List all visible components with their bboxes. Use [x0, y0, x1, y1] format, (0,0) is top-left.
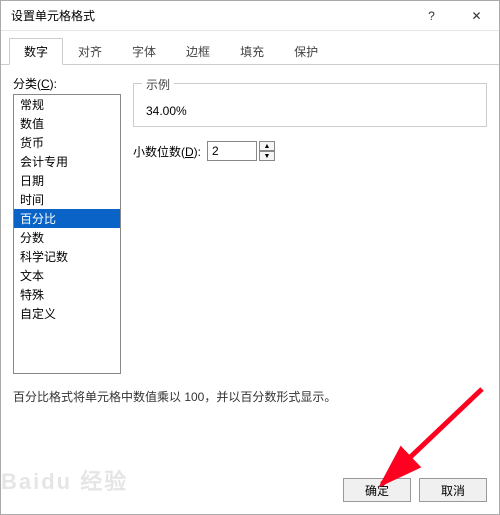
tab-bar: 数字 对齐 字体 边框 填充 保护 [1, 31, 499, 65]
decimal-increase-button[interactable]: ▲ [259, 141, 275, 151]
category-label-hotkey: C [41, 77, 50, 91]
sample-value: 34.00% [144, 104, 476, 118]
category-item-general[interactable]: 常规 [14, 95, 120, 114]
format-cells-dialog: 设置单元格格式 ? ✕ 数字 对齐 字体 边框 填充 保护 分类(C): 常规 … [0, 0, 500, 515]
category-item-accounting[interactable]: 会计专用 [14, 152, 120, 171]
ok-button[interactable]: 确定 [343, 478, 411, 502]
format-description: 百分比格式将单元格中数值乘以 100，并以百分数形式显示。 [13, 388, 487, 405]
category-item-scientific[interactable]: 科学记数 [14, 247, 120, 266]
decimal-input[interactable] [207, 141, 257, 161]
category-column: 分类(C): 常规 数值 货币 会计专用 日期 时间 百分比 分数 科学记数 文… [13, 75, 121, 374]
help-button[interactable]: ? [409, 1, 454, 31]
dialog-title: 设置单元格格式 [11, 7, 409, 24]
spinner-buttons: ▲ ▼ [259, 141, 275, 161]
right-column: 示例 34.00% 小数位数(D): ▲ ▼ [121, 75, 487, 374]
category-label-prefix: 分类( [13, 77, 41, 91]
main-row: 分类(C): 常规 数值 货币 会计专用 日期 时间 百分比 分数 科学记数 文… [13, 75, 487, 374]
tab-protection[interactable]: 保护 [279, 38, 333, 65]
decimal-label: 小数位数(D): [133, 143, 201, 160]
category-item-date[interactable]: 日期 [14, 171, 120, 190]
cancel-button[interactable]: 取消 [419, 478, 487, 502]
close-button[interactable]: ✕ [454, 1, 499, 31]
tab-alignment[interactable]: 对齐 [63, 38, 117, 65]
tab-font[interactable]: 字体 [117, 38, 171, 65]
decimal-label-prefix: 小数位数( [133, 145, 185, 159]
category-item-number[interactable]: 数值 [14, 114, 120, 133]
content-area: 分类(C): 常规 数值 货币 会计专用 日期 时间 百分比 分数 科学记数 文… [1, 65, 499, 468]
category-item-custom[interactable]: 自定义 [14, 304, 120, 323]
decimal-label-suffix: ): [194, 145, 201, 159]
category-label-suffix: ): [50, 77, 57, 91]
sample-legend: 示例 [142, 76, 174, 93]
category-item-special[interactable]: 特殊 [14, 285, 120, 304]
category-label: 分类(C): [13, 75, 121, 92]
category-list[interactable]: 常规 数值 货币 会计专用 日期 时间 百分比 分数 科学记数 文本 特殊 自定… [13, 94, 121, 374]
tab-number[interactable]: 数字 [9, 38, 63, 65]
decimal-label-hotkey: D [185, 145, 194, 159]
decimal-decrease-button[interactable]: ▼ [259, 151, 275, 161]
decimal-spinner: ▲ ▼ [207, 141, 275, 161]
category-item-text[interactable]: 文本 [14, 266, 120, 285]
decimal-row: 小数位数(D): ▲ ▼ [133, 141, 487, 161]
button-row: 确定 取消 [1, 468, 499, 514]
tab-fill[interactable]: 填充 [225, 38, 279, 65]
sample-group: 示例 34.00% [133, 83, 487, 127]
category-item-time[interactable]: 时间 [14, 190, 120, 209]
tab-border[interactable]: 边框 [171, 38, 225, 65]
category-item-fraction[interactable]: 分数 [14, 228, 120, 247]
category-item-percentage[interactable]: 百分比 [14, 209, 120, 228]
category-item-currency[interactable]: 货币 [14, 133, 120, 152]
titlebar: 设置单元格格式 ? ✕ [1, 1, 499, 31]
